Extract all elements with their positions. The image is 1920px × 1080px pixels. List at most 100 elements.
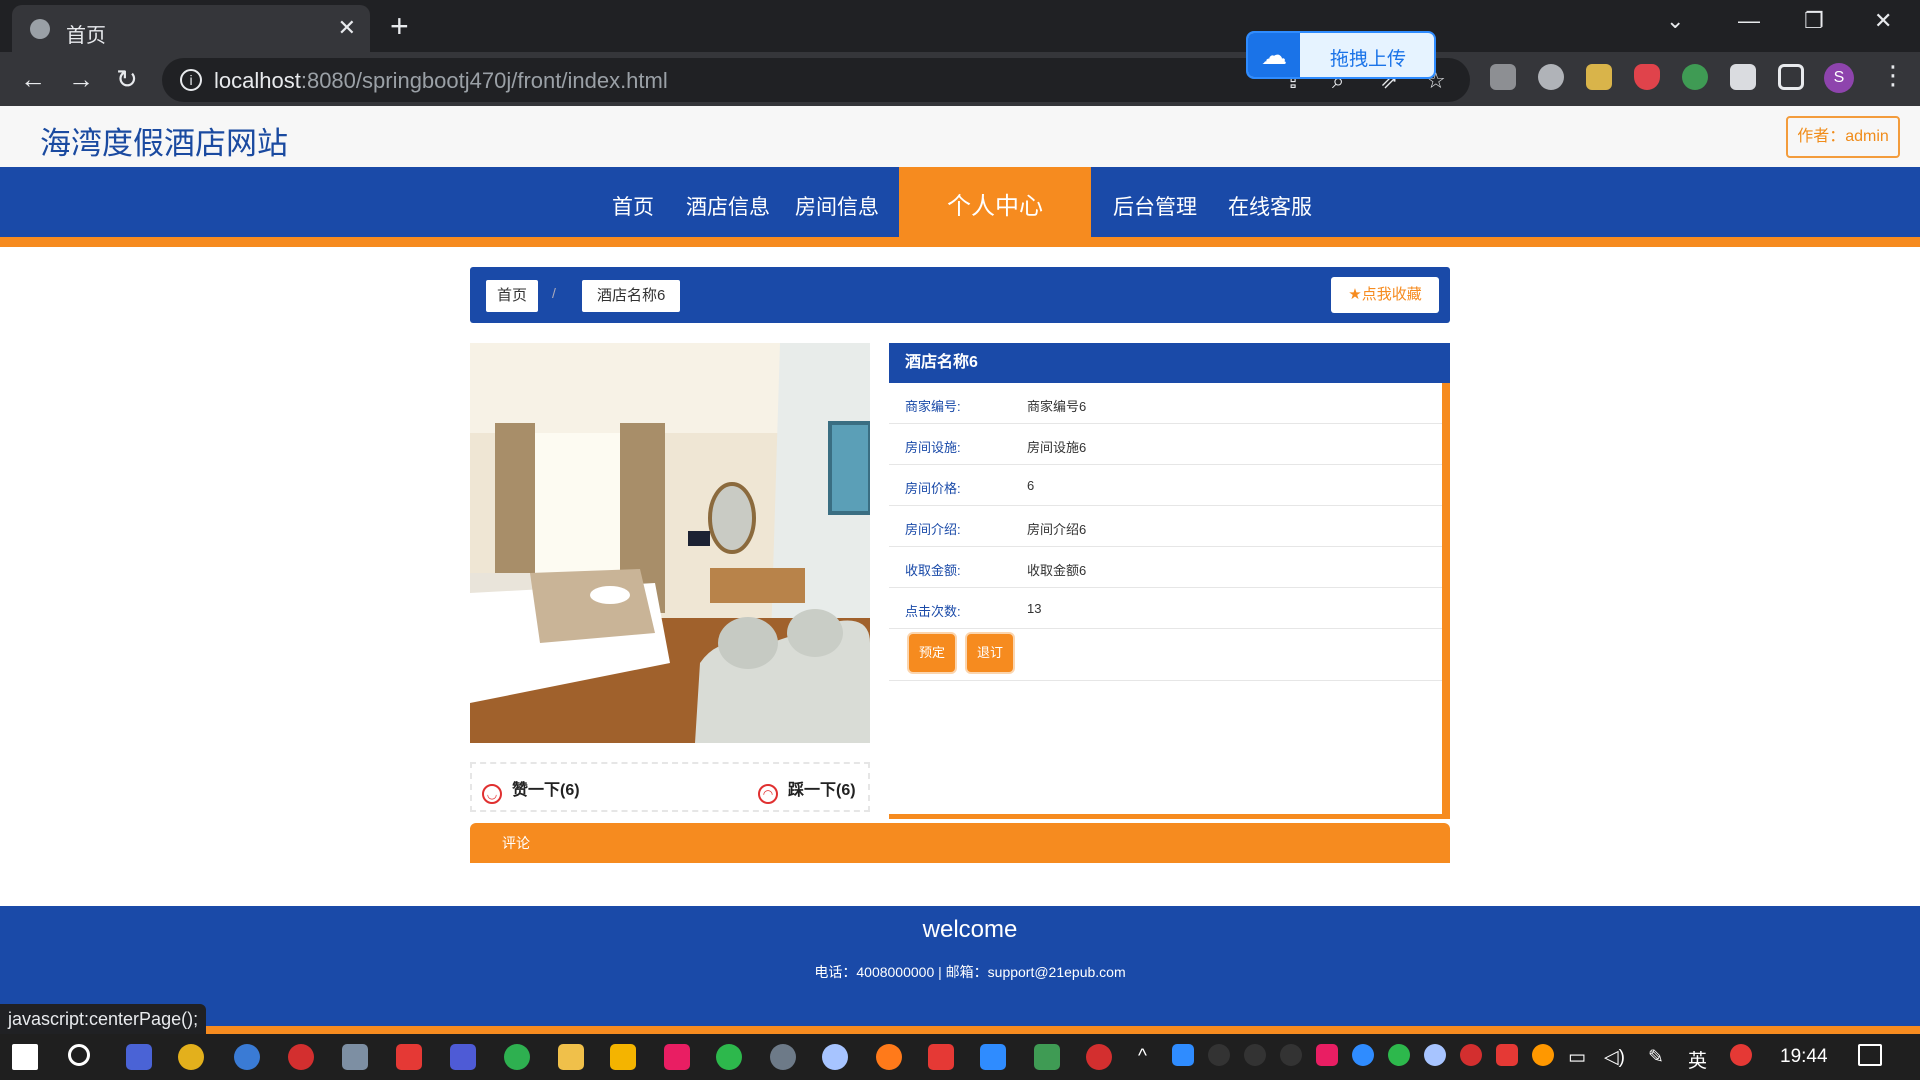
detail-value: 13 bbox=[1027, 601, 1042, 616]
nav-profile[interactable]: 个人中心 bbox=[899, 167, 1091, 247]
breadcrumb: 首页 / 酒店名称6 ★点我收藏 bbox=[470, 267, 1450, 323]
cloud-icon: ☁ bbox=[1248, 33, 1300, 77]
comment-bar[interactable]: 评论 bbox=[470, 823, 1450, 863]
breadcrumb-current[interactable]: 酒店名称6 bbox=[582, 280, 681, 312]
detail-label: 点击次数: bbox=[905, 604, 961, 619]
qq2-icon[interactable] bbox=[1244, 1044, 1266, 1066]
detail-row: 商家编号: 商家编号6 bbox=[889, 383, 1442, 424]
photo-app-icon[interactable] bbox=[342, 1044, 368, 1070]
new-tab-icon[interactable]: + bbox=[390, 8, 409, 45]
back-icon[interactable]: ← bbox=[20, 64, 46, 95]
browser-menu-icon[interactable]: ⋮ bbox=[1880, 60, 1906, 91]
detail-label: 商家编号: bbox=[905, 399, 961, 414]
nav-service[interactable]: 在线客服 bbox=[1228, 191, 1312, 221]
tray-wechat-icon[interactable] bbox=[1388, 1044, 1410, 1066]
image-viewer-icon[interactable] bbox=[558, 1044, 584, 1070]
spreadsheet-icon[interactable] bbox=[1034, 1044, 1060, 1070]
window-close-icon[interactable]: ✕ bbox=[1874, 8, 1892, 34]
globe-icon bbox=[30, 19, 50, 39]
tray-search-icon[interactable] bbox=[1532, 1044, 1554, 1066]
baidu-upload-label: 拖拽上传 bbox=[1330, 49, 1407, 70]
wechat-icon[interactable] bbox=[716, 1044, 742, 1070]
search-icon[interactable] bbox=[68, 1044, 90, 1066]
url-text: localhost:8080/springbootj470j/front/ind… bbox=[214, 68, 668, 93]
tray-record-icon[interactable] bbox=[1460, 1044, 1482, 1066]
detail-row: 点击次数: 13 bbox=[889, 588, 1442, 629]
nav-home[interactable]: 首页 bbox=[612, 191, 654, 221]
site-header: 海湾度假酒店网站 作者：admin bbox=[0, 106, 1920, 167]
windows-start-icon[interactable] bbox=[12, 1044, 38, 1070]
site-footer: welcome 电话：4008000000 | 邮箱：support@21epu… bbox=[0, 906, 1920, 1034]
minimize-icon[interactable]: — bbox=[1738, 8, 1760, 34]
extension-leaf-icon[interactable] bbox=[1682, 64, 1708, 90]
nav-hotel[interactable]: 酒店信息 bbox=[686, 191, 770, 221]
extension-camera-icon[interactable] bbox=[1538, 64, 1564, 90]
nav-room[interactable]: 房间信息 bbox=[795, 191, 879, 221]
reload-icon[interactable]: ↻ bbox=[116, 64, 138, 95]
author-badge[interactable]: 作者：admin bbox=[1786, 116, 1900, 158]
qq3-icon[interactable] bbox=[1280, 1044, 1302, 1066]
browser-tabbar: 首页 ✕ + ⌄ — ❐ ✕ bbox=[0, 0, 1920, 52]
taskbar: ^ ▭ ◁) ✎ 英 19:44 bbox=[0, 1034, 1920, 1080]
cancel-booking-button[interactable]: 退订 bbox=[967, 634, 1013, 672]
dislike-label: 踩一下(6) bbox=[788, 782, 856, 799]
browser-tab[interactable]: 首页 ✕ bbox=[12, 5, 370, 52]
tray-pink-icon[interactable] bbox=[1316, 1044, 1338, 1066]
smile-icon: ◡ bbox=[482, 784, 502, 804]
side-panel-icon[interactable] bbox=[1778, 64, 1804, 90]
extension-folder-icon[interactable] bbox=[1490, 64, 1516, 90]
chrome-icon[interactable] bbox=[178, 1044, 204, 1070]
breadcrumb-home[interactable]: 首页 bbox=[486, 280, 539, 312]
tray-app-icon[interactable] bbox=[1172, 1044, 1194, 1066]
tray-netdisk-icon[interactable] bbox=[1424, 1044, 1446, 1066]
status-bar: javascript:centerPage(); bbox=[0, 1004, 207, 1036]
extension-image-icon[interactable] bbox=[1586, 64, 1612, 90]
reactions-box: ◡ 赞一下(6) ◠ 踩一下(6) bbox=[470, 762, 870, 812]
firefox-icon[interactable] bbox=[876, 1044, 902, 1070]
app-red-icon[interactable] bbox=[396, 1044, 422, 1070]
book-button[interactable]: 预定 bbox=[909, 634, 955, 672]
like-button[interactable]: ◡ 赞一下(6) bbox=[482, 776, 580, 804]
avatar-app-icon[interactable] bbox=[770, 1044, 796, 1070]
detail-value: 6 bbox=[1027, 478, 1035, 493]
browser-app-icon[interactable] bbox=[234, 1044, 260, 1070]
refresh-app-icon[interactable] bbox=[504, 1044, 530, 1070]
tray-cloud-icon[interactable] bbox=[1496, 1044, 1518, 1066]
extensions-puzzle-icon[interactable] bbox=[1730, 64, 1756, 90]
volume-icon[interactable]: ◁) bbox=[1604, 1046, 1625, 1069]
record-icon[interactable] bbox=[288, 1044, 314, 1070]
record2-icon[interactable] bbox=[1086, 1044, 1112, 1070]
ide-icon[interactable] bbox=[126, 1044, 152, 1070]
dislike-button[interactable]: ◠ 踩一下(6) bbox=[758, 776, 856, 804]
notification-icon[interactable] bbox=[1858, 1044, 1882, 1066]
detail-row: 房间价格: 6 bbox=[889, 465, 1442, 506]
baidu-netdisk-icon[interactable] bbox=[822, 1044, 848, 1070]
favorite-button[interactable]: ★点我收藏 bbox=[1331, 277, 1439, 313]
tray-play-icon[interactable] bbox=[1352, 1044, 1374, 1066]
app-blue-icon[interactable] bbox=[450, 1044, 476, 1070]
tab-search-icon[interactable]: ⌄ bbox=[1666, 8, 1684, 34]
detail-value: 房间介绍6 bbox=[1027, 522, 1087, 537]
network-icon[interactable]: ▭ bbox=[1568, 1046, 1586, 1069]
pen-icon[interactable]: ✎ bbox=[1648, 1046, 1664, 1069]
restore-icon[interactable]: ❐ bbox=[1804, 8, 1824, 34]
qq-icon[interactable] bbox=[1208, 1044, 1230, 1066]
ime-indicator[interactable]: 英 bbox=[1688, 1046, 1707, 1073]
detail-value: 收取金额6 bbox=[1027, 563, 1087, 578]
baidu-upload-widget[interactable]: ☁ 拖拽上传 bbox=[1246, 31, 1436, 79]
detail-label: 房间介绍: bbox=[905, 522, 961, 537]
extension-shield-icon[interactable] bbox=[1634, 64, 1660, 90]
nav-admin[interactable]: 后台管理 bbox=[1113, 191, 1197, 221]
app-pink-icon[interactable] bbox=[664, 1044, 690, 1070]
app-blue2-icon[interactable] bbox=[980, 1044, 1006, 1070]
forward-icon[interactable]: → bbox=[68, 64, 94, 95]
breadcrumb-separator: / bbox=[552, 285, 556, 301]
app-red2-icon[interactable] bbox=[928, 1044, 954, 1070]
site-info-icon[interactable]: i bbox=[180, 69, 202, 91]
clock[interactable]: 19:44 bbox=[1780, 1046, 1828, 1068]
tray-chevron-icon[interactable]: ^ bbox=[1138, 1046, 1147, 1068]
sogou-icon[interactable] bbox=[1730, 1044, 1752, 1066]
file-explorer-icon[interactable] bbox=[610, 1044, 636, 1070]
profile-avatar[interactable]: S bbox=[1824, 63, 1854, 93]
tab-close-icon[interactable]: ✕ bbox=[338, 15, 356, 41]
